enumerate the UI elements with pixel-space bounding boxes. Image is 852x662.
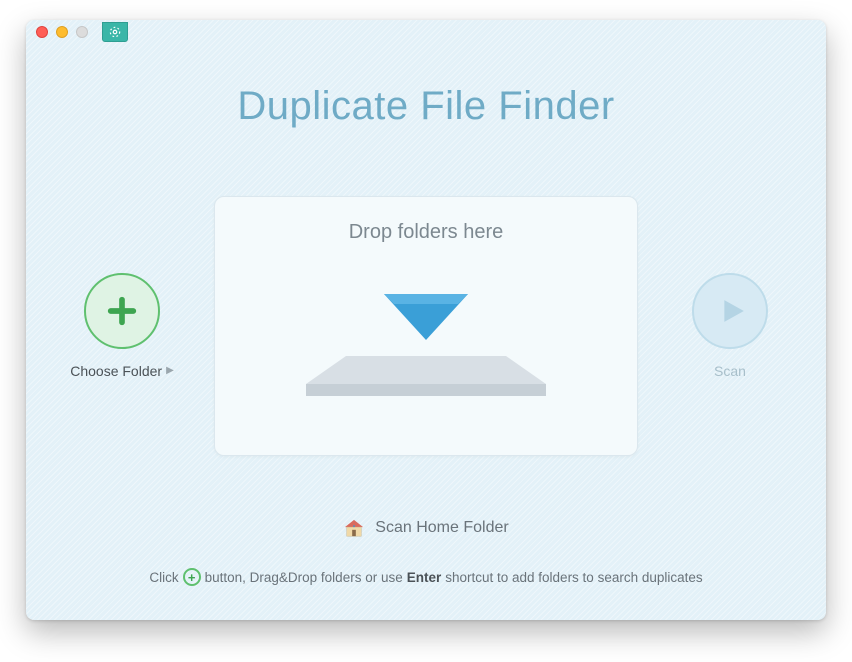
- titlebar: [26, 20, 826, 44]
- scan-home-folder-label: Scan Home Folder: [375, 519, 508, 537]
- arrow-down-icon: [384, 294, 468, 340]
- window-controls: [36, 26, 88, 38]
- hint-part2: button, Drag&Drop folders or use: [205, 570, 403, 585]
- play-icon: [720, 298, 746, 324]
- minimize-window-button[interactable]: [56, 26, 68, 38]
- hint-part1: Click: [149, 570, 178, 585]
- hint-part3: shortcut to add folders to search duplic…: [445, 570, 702, 585]
- app-window: Duplicate File Finder Choose Folder ▶ Dr…: [26, 20, 826, 620]
- plus-icon: [105, 294, 139, 328]
- choose-folder-text: Choose Folder: [70, 363, 162, 379]
- scan-column: Scan: [670, 273, 790, 379]
- choose-folder-column: Choose Folder ▶: [62, 273, 182, 379]
- drop-illustration: [306, 294, 546, 404]
- choose-folder-label[interactable]: Choose Folder ▶: [70, 363, 174, 379]
- drop-zone-hint: Drop folders here: [349, 221, 504, 244]
- app-settings-icon[interactable]: [102, 22, 128, 42]
- chevron-right-icon: ▶: [166, 365, 174, 376]
- main-row: Choose Folder ▶ Drop folders here: [26, 153, 826, 498]
- bottom-hint: Click + button, Drag&Drop folders or use…: [26, 568, 826, 586]
- drop-zone[interactable]: Drop folders here: [214, 196, 638, 456]
- platform-icon: [306, 356, 546, 404]
- choose-folder-button[interactable]: [84, 273, 160, 349]
- hint-bold: Enter: [407, 570, 442, 585]
- plus-chip-icon: +: [183, 568, 201, 586]
- scan-home-folder-button[interactable]: Scan Home Folder: [26, 518, 826, 538]
- maximize-window-button[interactable]: [76, 26, 88, 38]
- page-title: Duplicate File Finder: [26, 84, 826, 129]
- home-icon: [343, 518, 365, 538]
- close-window-button[interactable]: [36, 26, 48, 38]
- scan-button[interactable]: [692, 273, 768, 349]
- scan-label: Scan: [714, 363, 746, 379]
